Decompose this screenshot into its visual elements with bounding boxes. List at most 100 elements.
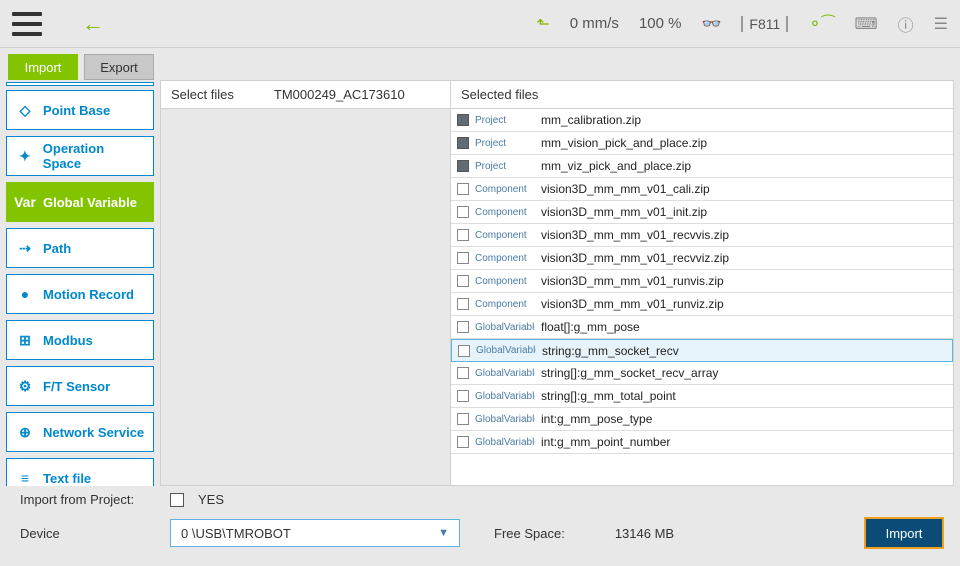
file-name: float[]:g_mm_pose	[541, 320, 947, 334]
file-name: mm_vision_pick_and_place.zip	[541, 136, 947, 150]
sidebar-item-network-service[interactable]: ⊕ Network Service	[6, 412, 154, 452]
sidebar-item-path[interactable]: ⇢Path	[6, 228, 154, 268]
file-row[interactable]: GlobalVariable string:g_mm_socket_recv	[451, 339, 953, 362]
file-name: vision3D_mm_mm_v01_runviz.zip	[541, 297, 947, 311]
file-row[interactable]: Componentvision3D_mm_mm_v01_runvis.zip	[451, 270, 953, 293]
file-name: string:g_mm_socket_recv	[542, 344, 946, 358]
file-name: string[]:g_mm_total_point	[541, 389, 947, 403]
network-icon[interactable]: ⚬⁀	[808, 14, 834, 34]
selected-files-panel[interactable]: Projectmm_calibration.zipProjectmm_visio…	[451, 109, 953, 485]
selected-files-header: Selected files	[461, 87, 538, 102]
error-code: F811	[741, 16, 788, 32]
sidebar: ◇Point Base ✦Operation Space VarGlobal Var…	[0, 80, 160, 486]
sidebar-item-label: Motion Record	[43, 287, 134, 302]
network-service-icon: ⊕	[15, 422, 35, 442]
file-row[interactable]: Projectmm_calibration.zip	[451, 109, 953, 132]
select-files-panel	[161, 109, 451, 485]
file-row[interactable]: GlobalVariable string[]:g_mm_total_point	[451, 385, 953, 408]
file-checkbox[interactable]	[457, 321, 469, 333]
file-name: int:g_mm_pose_type	[541, 412, 947, 426]
sidebar-item-modbus[interactable]: ⊞Modbus	[6, 320, 154, 360]
file-type-label: Component	[475, 299, 535, 310]
sidebar-item-text-file[interactable]: ≡ Text file	[6, 458, 154, 486]
file-row[interactable]: GlobalVariablestring[]:g_mm_socket_recv_…	[451, 362, 953, 385]
file-row[interactable]: GlobalVariable float[]:g_mm_pose	[451, 316, 953, 339]
sidebar-item-label: Text file	[43, 471, 91, 486]
file-name: vision3D_mm_mm_v01_init.zip	[541, 205, 947, 219]
status-bar: ⬑ 0 mm/s 100 % 👓 F811 ⚬⁀ ⌨ ⓘ ☰	[536, 12, 948, 36]
sidebar-item-global-variable[interactable]: VarGlobal Variable	[6, 182, 154, 222]
file-row[interactable]: Projectmm_vision_pick_and_place.zip	[451, 132, 953, 155]
file-checkbox[interactable]	[457, 413, 469, 425]
import-from-label: Import from Project:	[16, 492, 156, 507]
sidebar-scroll-indicator	[6, 82, 154, 86]
file-checkbox[interactable]	[458, 345, 470, 357]
content-area: Select files TM000249_AC173610 Selected …	[160, 80, 954, 486]
file-checkbox[interactable]	[457, 229, 469, 241]
file-name: int:g_mm_point_number	[541, 435, 947, 449]
file-checkbox[interactable]	[457, 206, 469, 218]
sidebar-item-operation-space[interactable]: ✦Operation Space	[6, 136, 154, 176]
info-icon[interactable]: ⓘ	[898, 12, 914, 36]
file-row[interactable]: Component vision3D_mm_mm_v01_runviz.zip	[451, 293, 953, 316]
device-select[interactable]: 0 \USB\TMROBOT ▼	[170, 519, 460, 547]
device-value: 0 \USB\TMROBOT	[181, 526, 291, 541]
text-file-icon: ≡	[15, 468, 35, 486]
robot-id: TM000249_AC173610	[274, 87, 405, 102]
file-row[interactable]: GlobalVariableint:g_mm_pose_type	[451, 408, 953, 431]
file-type-label: Component	[475, 253, 535, 264]
file-type-label: GlobalVariable	[475, 322, 535, 333]
sidebar-item-label: Path	[43, 241, 71, 256]
file-row[interactable]: Componentvision3D_mm_mm_v01_cali.zip	[451, 178, 953, 201]
file-checkbox[interactable]	[457, 275, 469, 287]
keyboard-icon[interactable]: ⌨	[855, 14, 878, 34]
file-checkbox[interactable]	[457, 367, 469, 379]
robot-status-icon: ⬑	[536, 14, 549, 34]
import-from-checkbox[interactable]	[170, 493, 184, 507]
sidebar-item-label: Global Variable	[43, 195, 137, 210]
file-type-label: Component	[475, 276, 535, 287]
file-row[interactable]: Projectmm_viz_pick_and_place.zip	[451, 155, 953, 178]
import-button[interactable]: Import	[864, 517, 944, 549]
file-type-label: GlobalVariable	[475, 391, 535, 402]
dropdown-icon: ▼	[438, 527, 449, 539]
file-type-label: Project	[475, 161, 535, 172]
file-type-label: Component	[475, 184, 535, 195]
sidebar-item-point-base[interactable]: ◇Point Base	[6, 90, 154, 130]
file-checkbox[interactable]	[457, 390, 469, 402]
file-checkbox[interactable]	[457, 137, 469, 149]
sidebar-item-label: Network Service	[43, 425, 144, 440]
sidebar-item-f/t-sensor[interactable]: ⚙F/T Sensor	[6, 366, 154, 406]
free-space-value: 13146 MB	[615, 526, 674, 541]
file-checkbox[interactable]	[457, 114, 469, 126]
file-checkbox[interactable]	[457, 160, 469, 172]
file-checkbox[interactable]	[457, 183, 469, 195]
file-row[interactable]: Componentvision3D_mm_mm_v01_recvviz.zip	[451, 247, 953, 270]
back-arrow-icon[interactable]: ←	[82, 11, 104, 37]
free-space-label: Free Space:	[494, 526, 565, 541]
sidebar-item-motion-record[interactable]: ● Motion Record	[6, 274, 154, 314]
file-name: vision3D_mm_mm_v01_recvvis.zip	[541, 228, 947, 242]
file-checkbox[interactable]	[457, 252, 469, 264]
tab-bar: Import Export	[0, 48, 960, 80]
glasses-icon: 👓	[701, 14, 721, 34]
motion-record-icon: ●	[15, 284, 35, 304]
tab-export[interactable]: Export	[84, 54, 154, 80]
file-row[interactable]: Component vision3D_mm_mm_v01_init.zip	[451, 201, 953, 224]
file-type-label: GlobalVariable	[475, 368, 535, 379]
file-type-label: GlobalVariable	[475, 437, 535, 448]
file-type-label: GlobalVariable	[476, 345, 536, 356]
sidebar-item-label: Operation Space	[43, 141, 145, 171]
tab-import[interactable]: Import	[8, 54, 78, 80]
sidebar-item-label: F/T Sensor	[43, 379, 110, 394]
file-type-label: Component	[475, 207, 535, 218]
yes-label: YES	[198, 492, 224, 507]
file-name: mm_calibration.zip	[541, 113, 947, 127]
point-base-icon: ◇	[15, 100, 35, 120]
file-checkbox[interactable]	[457, 298, 469, 310]
file-row[interactable]: Componentvision3D_mm_mm_v01_recvvis.zip	[451, 224, 953, 247]
file-checkbox[interactable]	[457, 436, 469, 448]
menu-icon[interactable]	[12, 12, 42, 36]
file-row[interactable]: GlobalVariable int:g_mm_point_number	[451, 431, 953, 454]
list-icon[interactable]: ☰	[934, 14, 948, 34]
